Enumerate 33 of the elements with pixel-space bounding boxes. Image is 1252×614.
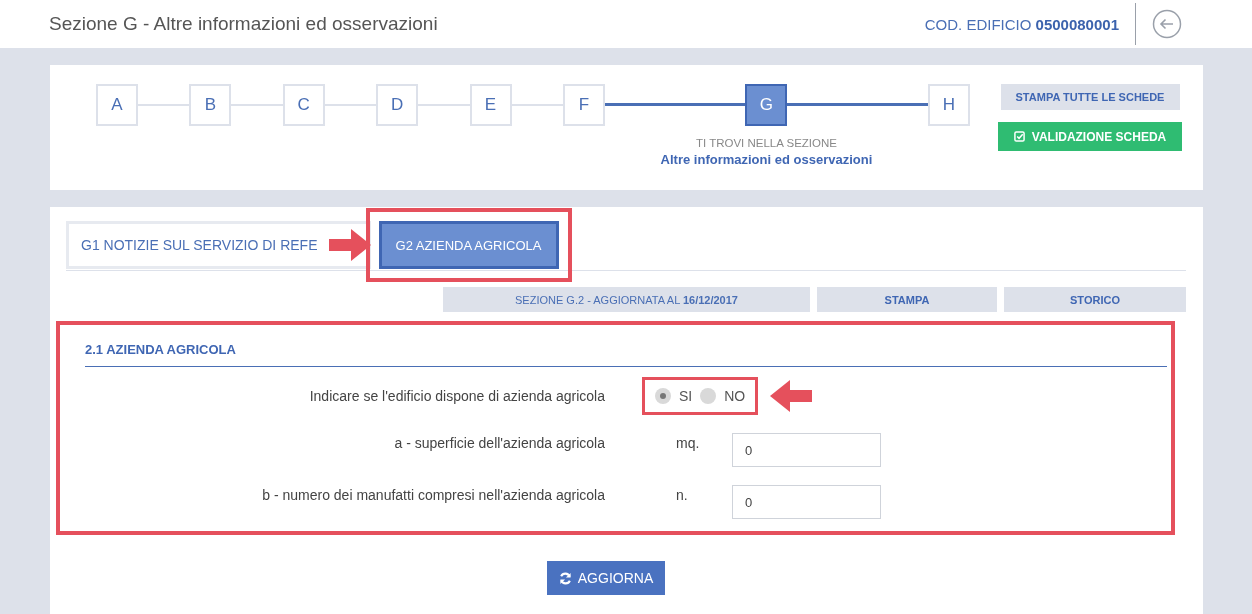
back-icon[interactable] [1152, 9, 1182, 39]
update-info: SEZIONE G.2 - AGGIORNATA AL 16/12/2017 [515, 293, 738, 306]
unit-label: mq. [676, 435, 701, 451]
tab[interactable]: G1 NOTIZIE SUL SERVIZIO DI REFE [66, 221, 371, 269]
current-section: Altre informazioni ed osservazioni [660, 152, 873, 167]
radio-option[interactable]: NO [700, 388, 746, 404]
page-title: Sezione G - Altre informazioni ed osservazioni [49, 13, 438, 35]
section-title: 2.1 AZIENDA AGRICOLA [85, 342, 1167, 367]
annotation-arrow-icon [770, 379, 813, 413]
question-label: Indicare se l'edificio dispone di azienda agricola [308, 388, 605, 404]
step-box[interactable]: G [745, 84, 788, 126]
field-label: a - superficie dell'azienda agricola [393, 435, 605, 451]
input-field[interactable]: 0 [732, 485, 881, 519]
checkbox-icon [1013, 131, 1025, 142]
building-code: COD. EDIFICIO 0500080001 [924, 15, 1119, 33]
step-box[interactable]: H [928, 84, 970, 126]
step-box[interactable]: C [282, 84, 325, 126]
input-field[interactable]: 0 [732, 433, 881, 467]
refresh-icon [558, 571, 572, 585]
step-box[interactable]: B [189, 84, 232, 126]
field-label: b - numero dei manufatti compresi nell'azienda agricola [261, 487, 605, 503]
step-box[interactable]: A [96, 84, 138, 126]
update-button[interactable]: AGGIORNA [547, 561, 665, 595]
step-box[interactable]: E [469, 84, 512, 126]
annotation-arrow-icon [328, 228, 371, 262]
print-all-button[interactable]: STAMPA TUTTE LE SCHEDE [1000, 84, 1180, 110]
caption-text: TI TROVI NELLA SEZIONE [695, 137, 837, 149]
step-box[interactable]: F [562, 84, 605, 126]
history-button[interactable]: STORICO [1004, 287, 1186, 312]
radio-option[interactable]: SI [655, 388, 693, 404]
unit-label: n. [676, 487, 689, 503]
step-box[interactable]: D [376, 84, 419, 126]
print-button[interactable]: STAMPA [817, 287, 997, 312]
